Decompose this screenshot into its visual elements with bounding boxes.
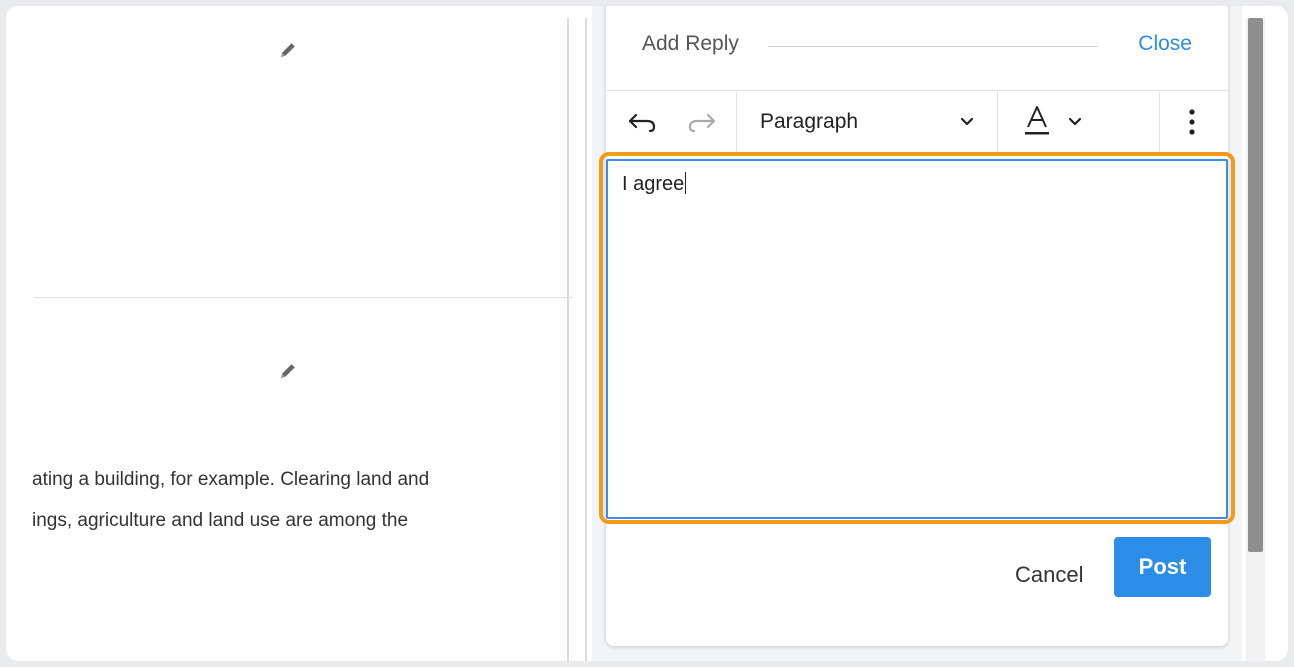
post-button[interactable]: Post <box>1114 537 1211 597</box>
block-format-label: Paragraph <box>760 110 859 133</box>
pane-divider <box>567 18 569 661</box>
chevron-down-icon <box>1068 117 1082 126</box>
section-divider <box>34 297 572 298</box>
paragraph-line: ating a building, for example. Clearing … <box>32 469 430 490</box>
redo-button[interactable] <box>684 91 720 153</box>
toolbar-separator <box>997 91 998 153</box>
undo-icon <box>628 113 656 133</box>
redo-icon <box>688 113 716 133</box>
browser-frame: ating a building, for example. Clearing … <box>6 6 1288 661</box>
add-reply-card: Add Reply Close Paragraph I agree Cancel… <box>599 6 1235 646</box>
scrollbar-thumb[interactable] <box>1248 18 1263 552</box>
document-pane: ating a building, for example. Clearing … <box>6 6 572 661</box>
text-caret <box>685 172 687 194</box>
reply-editor[interactable]: I agree <box>606 159 1228 519</box>
undo-button[interactable] <box>624 91 660 153</box>
edit-pencil-icon[interactable] <box>278 40 298 60</box>
text-color-icon <box>1025 106 1049 135</box>
edit-pencil-icon[interactable] <box>278 361 298 381</box>
chevron-down-icon <box>960 117 974 126</box>
toolbar-separator <box>1159 91 1160 153</box>
more-vertical-icon <box>1189 109 1195 135</box>
paragraph-line: ings, agriculture and land use are among… <box>32 510 409 531</box>
close-button[interactable]: Close <box>1138 32 1192 56</box>
text-color-button[interactable] <box>1010 91 1100 153</box>
post-button-label: Post <box>1138 554 1187 579</box>
pane-divider <box>585 18 587 661</box>
editor-content: I agree <box>622 172 687 196</box>
title-rule <box>768 46 1098 47</box>
editor-text: I agree <box>622 173 685 195</box>
block-format-dropdown[interactable]: Paragraph <box>737 91 997 153</box>
reply-title: Add Reply <box>642 32 739 55</box>
editor-toolbar: Paragraph <box>606 90 1228 154</box>
cancel-button[interactable]: Cancel <box>1015 562 1083 588</box>
more-options-button[interactable] <box>1172 91 1212 153</box>
